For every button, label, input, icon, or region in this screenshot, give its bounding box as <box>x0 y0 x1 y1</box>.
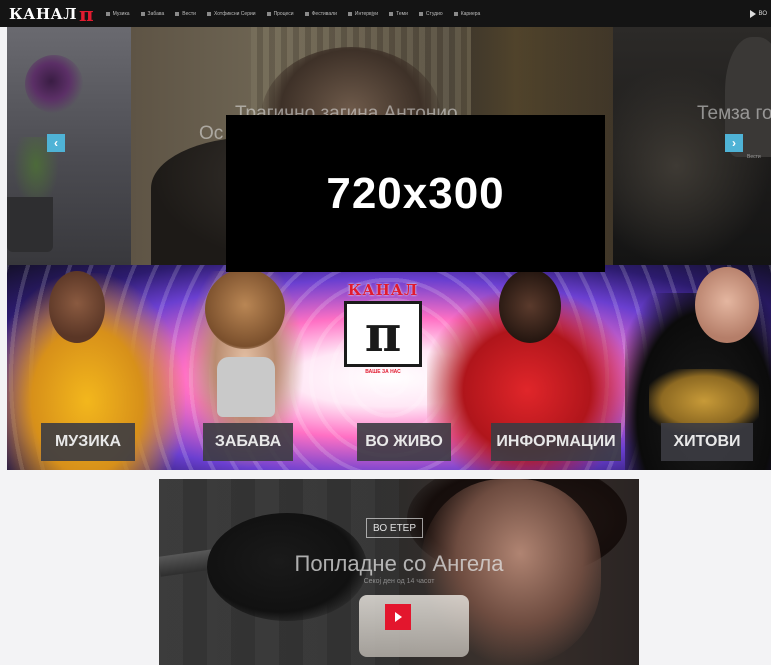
card-image-detail <box>359 595 469 657</box>
play-icon <box>394 612 402 622</box>
slide-caption: Вести <box>747 154 761 160</box>
menu-item-label: Вести <box>182 10 196 17</box>
banner-tag-muzika[interactable]: МУЗИКА <box>41 423 135 461</box>
menu-item-festivali[interactable]: Фестивали <box>304 10 337 17</box>
menu-item-vesti[interactable]: Вести <box>175 11 196 17</box>
menu-item-procesi[interactable]: Процеси <box>266 10 294 17</box>
banner-logo-pi-icon: π <box>344 301 422 367</box>
slide-title-right: Темза го <box>697 103 771 124</box>
menu-item-label: Забава <box>147 10 165 17</box>
menu-item-label: Музика <box>112 10 130 17</box>
menu-bullet-icon <box>389 11 394 16</box>
menu-item-zabava[interactable]: Забава <box>140 10 165 17</box>
menu-bullet-icon <box>347 11 352 16</box>
slide-title-left: Ос <box>199 123 224 144</box>
banner-artist-image <box>499 269 561 343</box>
channel-banner: КАНАЛ π ВАШЕ ЗА НАС МУЗИКА ЗАБАВА ВО ЖИВ… <box>7 265 771 470</box>
slide-previous[interactable] <box>7 27 131 265</box>
banner-artist-image <box>49 271 105 343</box>
menu-bullet-icon <box>105 11 110 16</box>
menu-item-label: Интервјуи <box>354 10 379 17</box>
top-navigation: КАНАЛ π Музика Забава Вести Хотфиксни Се… <box>0 0 771 27</box>
menu-item-kariera[interactable]: Кариера <box>453 10 481 17</box>
banner-tag-hitovi[interactable]: ХИТОВИ <box>661 423 753 461</box>
menu-item-temi[interactable]: Теми <box>389 11 408 17</box>
chevron-left-icon: ‹ <box>54 136 58 150</box>
menu-bullet-icon <box>453 11 458 16</box>
logo-pi-icon: π <box>79 1 94 26</box>
menu-item-muzika[interactable]: Музика <box>105 10 130 17</box>
banner-tag-vo-zivo[interactable]: ВО ЖИВО <box>357 423 451 461</box>
slider-prev-button[interactable]: ‹ <box>47 134 65 152</box>
banner-artist-image <box>695 267 759 343</box>
banner-logo-subtitle: ВАШЕ ЗА НАС <box>365 369 401 375</box>
menu-bullet-icon <box>304 11 309 16</box>
menu-item-label: Фестивали <box>311 10 337 17</box>
banner-tag-informacii[interactable]: ИНФОРМАЦИИ <box>491 423 621 461</box>
banner-logo-text: КАНАЛ <box>347 281 419 299</box>
menu-item-label: Хотфиксни Серии <box>213 10 256 17</box>
menu-item-label: Студио <box>425 10 443 17</box>
ad-placeholder[interactable]: 720x300 <box>226 115 605 272</box>
menu-item-label: Процеси <box>273 10 294 17</box>
menu-bullet-icon <box>266 11 271 16</box>
menu-item-label: Теми <box>396 10 408 17</box>
menu-bullet-icon <box>140 11 145 16</box>
featured-play-button[interactable] <box>385 604 411 630</box>
slide-image <box>25 55 83 113</box>
menu-item-serii[interactable]: Хотфиксни Серии <box>206 10 256 17</box>
menu-item-intervjui[interactable]: Интервјуи <box>347 10 379 17</box>
banner-tag-zabava[interactable]: ЗАБАВА <box>203 423 293 461</box>
play-icon <box>749 9 756 18</box>
slider-next-button[interactable]: › <box>725 134 743 152</box>
chevron-right-icon: › <box>732 136 736 150</box>
menu-item-label: Кариера <box>460 10 481 17</box>
featured-show-title[interactable]: Попладне со Ангела <box>159 551 639 577</box>
menu-bullet-icon <box>206 11 211 16</box>
menu-bullet-icon <box>418 11 423 16</box>
live-label: ВО <box>758 10 767 17</box>
logo-text: КАНАЛ <box>9 4 78 23</box>
ad-placeholder-label: 720x300 <box>326 168 505 218</box>
banner-logo: КАНАЛ π ВАШЕ ЗА НАС <box>331 281 435 379</box>
main-menu: Музика Забава Вести Хотфиксни Серии Проц… <box>105 10 481 17</box>
featured-show-subtitle: Секој ден од 14 часот <box>363 578 435 585</box>
slide-next[interactable]: Вести <box>613 27 771 265</box>
menu-bullet-icon <box>175 11 180 16</box>
site-logo[interactable]: КАНАЛ π <box>0 0 94 27</box>
live-button[interactable]: ВО <box>749 0 767 27</box>
banner-artist-image <box>217 357 275 417</box>
menu-item-studio[interactable]: Студио <box>418 10 443 17</box>
slide-image-detail <box>7 197 53 252</box>
banner-artist-image <box>205 269 285 349</box>
page: КАНАЛ π Музика Забава Вести Хотфиксни Се… <box>0 0 771 665</box>
on-air-badge: ВО ЕТЕР <box>366 518 424 538</box>
